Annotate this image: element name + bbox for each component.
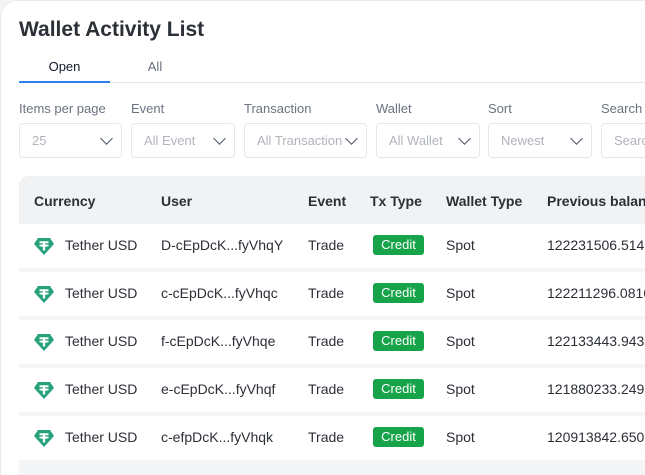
tether-icon <box>34 382 54 399</box>
event-filter: Event All Event <box>131 101 235 158</box>
tab-bar: Open All <box>19 59 645 83</box>
wallet-type-cell: Spot <box>446 285 475 301</box>
sort-value: Newest <box>501 133 545 148</box>
sort-filter: Sort Newest <box>488 101 592 158</box>
currency-cell: Tether USD <box>65 333 138 349</box>
wallet-type-cell: Spot <box>446 237 475 253</box>
header-tx-type: Tx Type <box>370 193 422 209</box>
tx-type-badge: Credit <box>373 379 424 399</box>
header-currency: Currency <box>34 193 96 209</box>
items-per-page-filter: Items per page 25 <box>19 101 122 158</box>
user-cell: c-efpDcK...fyVhqk <box>161 429 274 445</box>
wallet-type-cell: Spot <box>446 429 475 445</box>
currency-cell: Tether USD <box>65 381 138 397</box>
header-event: Event <box>308 193 347 209</box>
search-label: Search <box>601 101 643 116</box>
wallet-select[interactable]: All Wallet <box>376 123 480 158</box>
table-row[interactable]: Tether USD f-cEpDcK...fyVhqe Trade Credi… <box>19 320 645 364</box>
currency-cell: Tether USD <box>65 285 138 301</box>
search-filter: Search Search <box>601 101 645 158</box>
items-per-page-select[interactable]: 25 <box>19 123 122 158</box>
event-cell: Trade <box>308 285 345 301</box>
tx-type-badge: Credit <box>373 331 424 351</box>
event-select[interactable]: All Event <box>131 123 235 158</box>
previous-balance-cell: 122231506.5147 <box>547 237 645 253</box>
event-cell: Trade <box>308 381 345 397</box>
table-header: Currency User Event Tx Type Wallet Type … <box>19 176 645 224</box>
currency-cell: Tether USD <box>65 429 138 445</box>
tether-icon <box>34 286 54 303</box>
event-cell: Trade <box>308 429 345 445</box>
table-row[interactable]: Tether USD D-cEpDcK...fyVhqY Trade Credi… <box>19 224 645 268</box>
user-cell: D-cEpDcK...fyVhqY <box>161 237 284 253</box>
wallet-value: All Wallet <box>389 133 443 148</box>
previous-balance-cell: 120913842.6501 <box>547 429 645 445</box>
wallet-filter: Wallet All Wallet <box>376 101 480 158</box>
transaction-filter: Transaction All Transaction <box>244 101 367 158</box>
table-row[interactable]: Tether USD e-cEpDcK...fyVhqf Trade Credi… <box>19 368 645 412</box>
tx-type-badge: Credit <box>373 283 424 303</box>
transaction-value: All Transaction <box>257 133 343 148</box>
chevron-down-icon <box>345 132 358 145</box>
previous-balance-cell: 121880233.2491 <box>547 381 645 397</box>
event-cell: Trade <box>308 237 345 253</box>
page-title: Wallet Activity List <box>19 18 205 41</box>
tx-type-badge: Credit <box>373 427 424 447</box>
header-previous-balance: Previous balance <box>547 193 645 209</box>
header-user: User <box>161 193 193 209</box>
search-placeholder: Search <box>614 133 645 148</box>
chevron-down-icon <box>458 132 471 145</box>
user-cell: c-cEpDcK...fyVhqc <box>161 285 278 301</box>
wallet-type-cell: Spot <box>446 333 475 349</box>
previous-balance-cell: 122211296.0816 <box>547 285 645 301</box>
table-row[interactable]: Tether USD c-cEpDcK...fyVhqc Trade Credi… <box>19 272 645 316</box>
tether-icon <box>34 334 54 351</box>
header-wallet-type: Wallet Type <box>446 193 523 209</box>
user-cell: e-cEpDcK...fyVhqf <box>161 381 276 397</box>
sort-label: Sort <box>488 101 512 116</box>
chevron-down-icon <box>213 132 226 145</box>
search-input[interactable]: Search <box>601 123 645 158</box>
tether-icon <box>34 238 54 255</box>
chevron-down-icon <box>570 132 583 145</box>
tx-type-badge: Credit <box>373 235 424 255</box>
transaction-label: Transaction <box>244 101 312 116</box>
tether-icon <box>34 430 54 447</box>
wallet-label: Wallet <box>376 101 412 116</box>
user-cell: f-cEpDcK...fyVhqe <box>161 333 276 349</box>
event-cell: Trade <box>308 333 345 349</box>
wallet-type-cell: Spot <box>446 381 475 397</box>
activity-table: Currency User Event Tx Type Wallet Type … <box>19 176 645 475</box>
items-per-page-value: 25 <box>32 133 47 148</box>
items-per-page-label: Items per page <box>19 101 106 116</box>
event-value: All Event <box>144 133 196 148</box>
tab-all[interactable]: All <box>127 59 183 82</box>
event-label: Event <box>131 101 165 116</box>
sort-select[interactable]: Newest <box>488 123 592 158</box>
table-row[interactable]: Tether USD c-efpDcK...fyVhqk Trade Credi… <box>19 416 645 460</box>
transaction-select[interactable]: All Transaction <box>244 123 367 158</box>
chevron-down-icon <box>100 132 113 145</box>
previous-balance-cell: 122133443.9432 <box>547 333 645 349</box>
currency-cell: Tether USD <box>65 237 138 253</box>
wallet-activity-card: Wallet Activity List Open All Items per … <box>1 1 645 475</box>
tab-open[interactable]: Open <box>19 59 110 83</box>
